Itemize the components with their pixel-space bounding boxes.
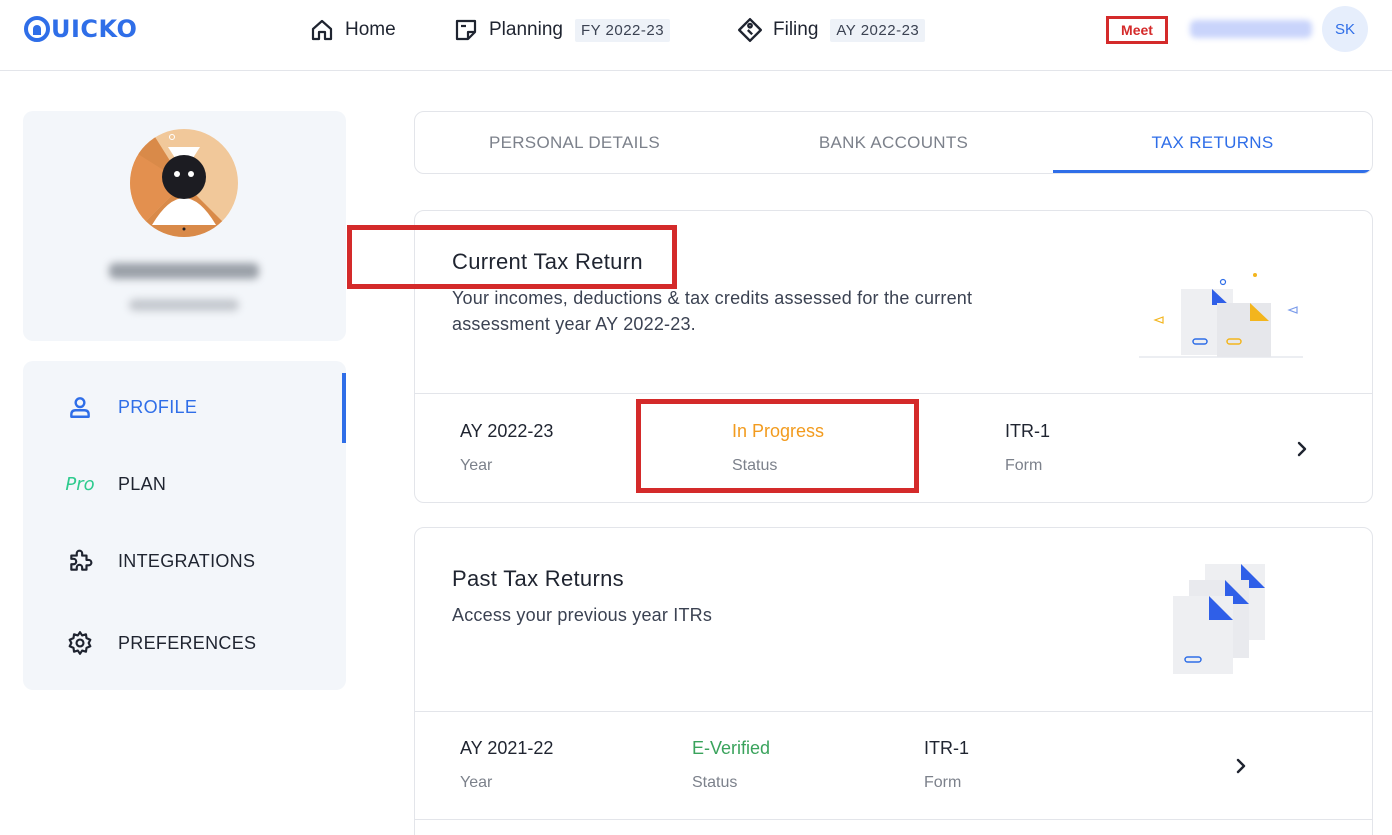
home-icon [309,17,335,43]
logo-text: UICKO [51,15,138,43]
sidebar-item-label: INTEGRATIONS [118,550,256,571]
gear-icon [65,628,95,658]
logo-q-icon [24,16,50,42]
current-return-description: Your incomes, deductions & tax credits a… [452,288,973,334]
puzzle-icon [65,546,95,576]
past-tax-returns-card: Past Tax Returns Access your previous ye… [414,527,1373,835]
card-divider [415,393,1372,394]
past-form-label: Form [924,774,962,791]
blurred-user-name [1190,20,1312,38]
past-documents-illustration [1173,564,1265,674]
sidebar-item-label: PREFERENCES [118,632,257,653]
past-status-label: Status [692,774,738,791]
chevron-right-icon[interactable] [1231,756,1251,776]
tab-bank-accounts[interactable]: BANK ACCOUNTS [734,112,1053,173]
sidebar-item-integrations[interactable]: INTEGRATIONS [23,531,346,591]
pro-badge-icon: Pro [65,473,95,495]
sidebar-menu: PROFILE Pro PLAN INTEGRATIONS PREFERENCE… [23,361,346,690]
card-divider [415,711,1372,712]
documents-illustration [1139,273,1303,358]
current-year-label: Year [460,457,493,474]
meet-button[interactable]: Meet [1106,16,1168,44]
past-year-value: AY 2021-22 [460,738,554,758]
blurred-profile-name [109,263,259,279]
past-form-value: ITR-1 [924,738,969,758]
sidebar-item-profile[interactable]: PROFILE [23,377,346,437]
blurred-profile-subtitle [129,299,239,311]
profile-tabs: PERSONAL DETAILS BANK ACCOUNTS TAX RETUR… [414,111,1373,174]
card-divider [415,819,1372,820]
tab-tax-returns[interactable]: TAX RETURNS [1053,112,1372,173]
sidebar-item-preferences[interactable]: PREFERENCES [23,613,346,673]
past-returns-description: Access your previous year ITRs [452,605,713,625]
tab-personal-details[interactable]: PERSONAL DETAILS [415,112,734,173]
current-form-label: Form [1005,457,1043,474]
user-avatar[interactable]: SK [1322,6,1368,52]
quicko-logo[interactable]: UICKO [24,13,137,45]
sidebar-item-label: PROFILE [118,396,198,417]
nav-filing-label: Filing [773,19,819,40]
current-year-value: AY 2022-23 [460,421,554,441]
filing-tag-icon [737,17,763,43]
nav-home[interactable]: Home [309,14,396,46]
sidebar-item-plan[interactable]: Pro PLAN [23,454,346,514]
filing-ay-badge: AY 2022-23 [830,18,926,42]
person-icon [65,392,95,422]
profile-avatar-illustration [130,129,238,237]
current-form-value: ITR-1 [1005,421,1050,441]
planning-note-icon [453,17,479,43]
highlight-box-status [636,399,919,493]
sidebar-item-label: PLAN [118,473,167,494]
past-returns-title: Past Tax Returns [452,566,624,591]
nav-planning[interactable]: Planning FY 2022-23 [453,14,671,46]
past-status-value: E-Verified [692,738,771,758]
highlight-box-title [347,225,677,289]
nav-planning-label: Planning [489,19,563,40]
top-header: UICKO Home Planning FY 2022-23 Filing AY… [0,0,1392,71]
planning-fy-badge: FY 2022-23 [574,18,671,42]
past-year-label: Year [460,774,493,791]
nav-filing[interactable]: Filing AY 2022-23 [737,14,926,46]
profile-card [23,111,346,341]
chevron-right-icon[interactable] [1292,439,1312,459]
nav-home-label: Home [345,19,396,40]
